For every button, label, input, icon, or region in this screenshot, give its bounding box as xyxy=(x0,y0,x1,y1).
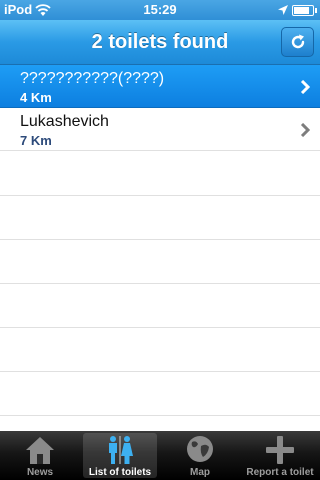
tab-report-a-toilet[interactable]: Report a toilet xyxy=(240,431,320,480)
plus-icon xyxy=(266,436,294,464)
row-divider xyxy=(0,239,320,240)
page-title: 2 toilets found xyxy=(91,31,229,53)
chevron-right-icon xyxy=(300,123,310,137)
navigation-bar: 2 toilets found xyxy=(0,20,320,65)
location-arrow-icon xyxy=(278,5,288,15)
row-divider xyxy=(0,415,320,416)
row-divider xyxy=(0,283,320,284)
refresh-icon xyxy=(291,34,305,49)
toilet-distance: 7 Km xyxy=(20,133,52,148)
battery-icon xyxy=(292,5,317,16)
tab-label: News xyxy=(26,467,54,478)
toilet-sign-icon xyxy=(109,436,133,464)
tab-label: Map xyxy=(190,467,210,478)
row-divider xyxy=(0,327,320,328)
row-divider xyxy=(0,195,320,196)
refresh-button[interactable] xyxy=(281,27,314,57)
chevron-right-icon xyxy=(300,80,310,94)
globe-icon xyxy=(187,436,213,462)
toilet-name: Lukashevich xyxy=(20,113,109,130)
tab-list-of-toilets[interactable]: List of toilets xyxy=(80,431,160,480)
tab-bar: News List of toilets Map Report a toilet xyxy=(0,431,320,480)
toilet-distance: 4 Km xyxy=(20,90,52,105)
list-item[interactable]: Lukashevich 7 Km xyxy=(0,108,320,151)
row-divider xyxy=(0,371,320,372)
tab-label: List of toilets xyxy=(88,467,152,478)
status-time: 15:29 xyxy=(143,2,177,17)
list-item[interactable]: ???????????(????) 4 Km xyxy=(0,65,320,108)
toilet-name: ???????????(????) xyxy=(20,70,165,87)
tab-news[interactable]: News xyxy=(0,431,80,480)
status-bar: iPod 15:29 xyxy=(0,0,320,20)
tab-map[interactable]: Map xyxy=(160,431,240,480)
house-icon xyxy=(26,437,54,464)
tab-label: Report a toilet xyxy=(246,467,314,478)
toilet-list: ???????????(????) 4 Km Lukashevich 7 Km xyxy=(0,65,320,430)
